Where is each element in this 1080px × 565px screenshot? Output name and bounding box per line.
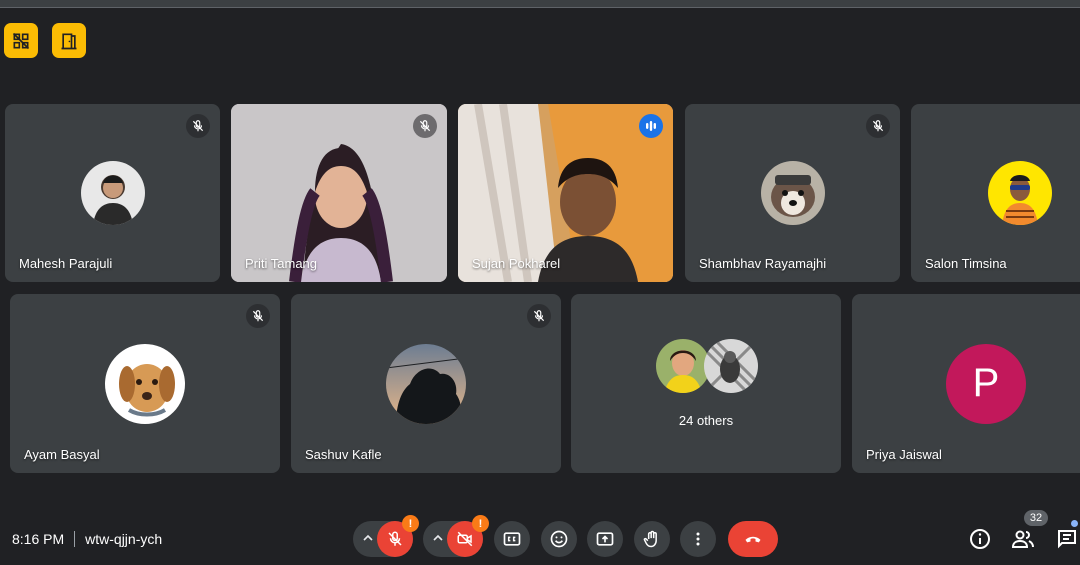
chat-notification-dot <box>1071 520 1078 527</box>
call-end-icon <box>745 536 761 543</box>
leave-call-button[interactable] <box>728 521 778 557</box>
meeting-code[interactable]: wtw-qjjn-ych <box>85 531 162 547</box>
meeting-details-button[interactable] <box>968 527 992 551</box>
participant-avatar <box>656 339 710 393</box>
camera-toggle-button[interactable]: ! <box>447 515 489 557</box>
browser-top-strip <box>0 0 1080 8</box>
mic-off-icon <box>192 120 204 132</box>
others-tile[interactable]: 24 others <box>571 294 841 473</box>
participants-count-badge: 32 <box>1024 510 1048 526</box>
hand-icon <box>643 530 657 548</box>
mic-off-icon <box>419 120 431 132</box>
participant-tile-video[interactable]: Priti Tamang <box>231 104 447 282</box>
reactions-button[interactable] <box>541 521 577 557</box>
meeting-time: 8:16 PM <box>12 531 65 547</box>
chevron-up-icon[interactable] <box>431 531 445 545</box>
raise-hand-button[interactable] <box>634 521 670 557</box>
host-controls-button[interactable] <box>4 23 38 58</box>
participant-tile[interactable]: Ayam Basyal <box>10 294 280 473</box>
muted-indicator <box>413 114 437 138</box>
participant-avatar <box>760 161 825 225</box>
participant-name: Sashuv Kafle <box>305 447 382 462</box>
closed-captions-icon <box>503 532 521 546</box>
people-icon <box>1011 530 1034 548</box>
camera-off-icon <box>457 531 473 547</box>
muted-indicator <box>866 114 890 138</box>
participant-tile[interactable]: Sashuv Kafle <box>291 294 561 473</box>
participant-name: Ayam Basyal <box>24 447 100 462</box>
participant-tile-video-speaking[interactable]: Sujan Pokharel <box>458 104 673 282</box>
mic-off-icon <box>252 310 264 322</box>
participant-name: Sujan Pokharel <box>472 256 561 271</box>
mic-warning-badge: ! <box>402 515 419 532</box>
camera-warning-badge: ! <box>472 515 489 532</box>
participant-avatar <box>988 161 1052 225</box>
more-vert-icon <box>696 532 700 546</box>
chat-button[interactable] <box>1055 527 1079 551</box>
mic-off-icon <box>533 310 545 322</box>
captions-button[interactable] <box>494 521 530 557</box>
participant-name: Mahesh Parajuli <box>19 256 113 271</box>
participant-tile[interactable]: Salon Timsina <box>911 104 1080 282</box>
others-count-label: 24 others <box>678 413 734 428</box>
participant-name: Priti Tamang <box>245 256 318 271</box>
present-screen-icon <box>596 532 614 546</box>
door-icon <box>61 33 77 49</box>
muted-indicator <box>246 304 270 328</box>
mic-control-group: ! <box>353 515 419 557</box>
muted-indicator <box>527 304 551 328</box>
breakout-rooms-button[interactable] <box>52 23 86 58</box>
present-now-button[interactable] <box>587 521 623 557</box>
audio-levels-icon <box>646 121 656 131</box>
participant-letter-avatar: P <box>946 343 1026 424</box>
participant-name: Salon Timsina <box>925 256 1007 271</box>
more-options-button[interactable] <box>680 521 716 557</box>
participant-name: Shambhav Rayamajhi <box>699 256 827 271</box>
participant-avatar <box>80 161 145 225</box>
divider <box>74 531 76 547</box>
camera-control-group: ! <box>423 515 489 557</box>
muted-indicator <box>186 114 210 138</box>
participant-tile[interactable]: Shambhav Rayamajhi <box>685 104 900 282</box>
grid-off-icon <box>12 32 30 49</box>
emoji-icon <box>550 530 568 548</box>
chat-icon <box>1058 530 1076 549</box>
chevron-up-icon[interactable] <box>361 531 375 545</box>
participant-tile[interactable]: Mahesh Parajuli <box>5 104 220 282</box>
participant-avatar <box>704 339 758 393</box>
participant-name: Priya Jaiswal <box>866 447 942 462</box>
mic-off-icon <box>388 531 402 546</box>
info-icon <box>970 529 990 549</box>
mic-off-icon <box>872 120 884 132</box>
show-everyone-button[interactable] <box>1011 527 1035 551</box>
microphone-toggle-button[interactable]: ! <box>377 515 419 557</box>
speaking-indicator <box>639 114 663 138</box>
participant-avatar <box>105 343 185 424</box>
participant-avatar <box>386 343 466 424</box>
meeting-info: 8:16 PM wtw-qjjn-ych <box>12 531 162 547</box>
participant-tile[interactable]: P Priya Jaiswal <box>852 294 1080 473</box>
